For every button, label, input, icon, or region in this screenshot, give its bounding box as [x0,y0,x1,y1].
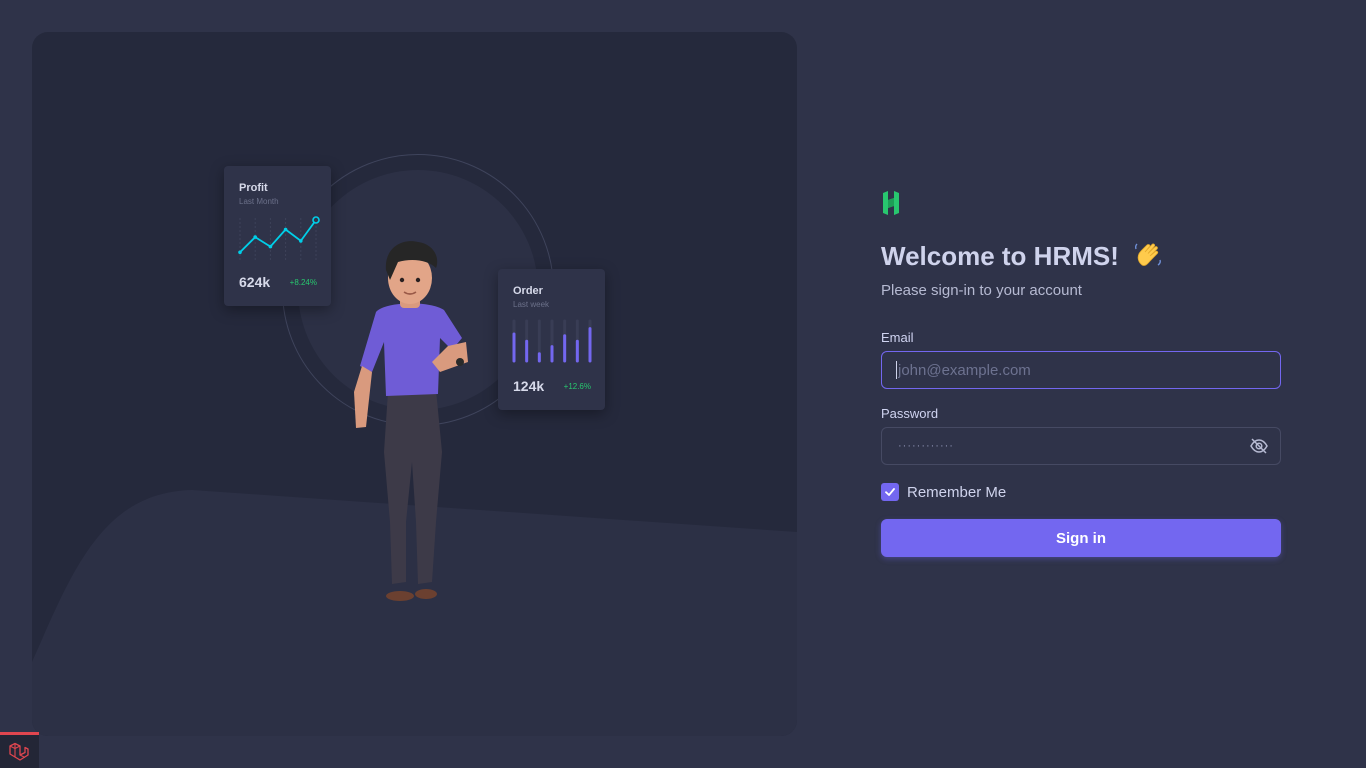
sign-in-button[interactable]: Sign in [881,519,1281,557]
illustration-panel: Profit Last Month 624k +8.24% Order Last… [32,32,797,736]
email-field-wrap [881,351,1281,389]
order-card: Order Last week 124k +12.6% [498,269,605,410]
password-input[interactable] [881,427,1281,465]
eye-off-icon[interactable] [1249,436,1269,456]
email-label: Email [881,330,914,345]
character-illustration [354,241,468,601]
debugbar-toggle[interactable] [0,732,39,768]
email-input[interactable] [881,351,1281,389]
profit-card-value: 624k [239,274,271,290]
login-subtitle: Please sign-in to your account [881,282,1082,299]
profit-line [239,219,317,253]
waving-hand-icon [1134,243,1161,266]
profit-point [312,216,320,224]
password-field-wrap [881,427,1281,465]
welcome-title: Welcome to HRMS! [881,240,1119,271]
hrms-logo-icon [883,191,899,215]
profit-card-title: Profit [239,182,268,194]
remember-me-checkbox[interactable] [881,483,899,501]
checkmark-icon [885,488,895,496]
order-card-title: Order [513,285,543,297]
profit-line-chart [238,216,320,260]
profit-point [238,250,242,255]
order-card-subtitle: Last week [513,300,550,309]
profit-point [299,239,303,243]
text-caret [896,361,897,379]
password-label: Password [881,406,939,421]
welcome-heading: Welcome to HRMS! [881,240,1281,272]
profit-card-subtitle: Last Month [239,197,279,206]
laravel-icon [9,742,29,761]
login-form: Welcome to HRMS! Please sign-in to your … [881,190,1281,557]
profit-point [253,235,257,239]
order-card-delta: +12.6% [563,382,591,391]
order-bar-chart [512,319,592,363]
remember-me-row: Remember Me [881,483,1281,501]
profit-card: Profit Last Month 624k +8.24% [224,166,331,306]
profit-card-delta: +8.24% [289,278,317,287]
order-card-value: 124k [513,378,545,394]
profit-point [283,227,288,232]
remember-me-label[interactable]: Remember Me [907,484,1006,501]
profit-point [268,244,273,249]
